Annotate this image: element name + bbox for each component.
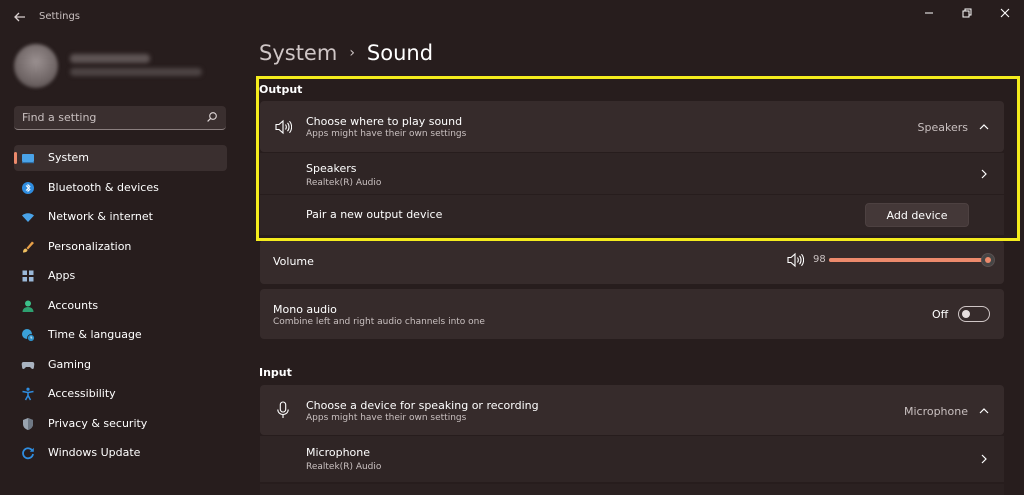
user-name-redacted: [70, 54, 150, 63]
volume-slider[interactable]: [829, 253, 995, 267]
page-title: Sound: [366, 41, 434, 65]
back-arrow-icon: [14, 12, 25, 22]
toggle-knob: [962, 310, 970, 318]
close-icon: [1000, 8, 1010, 18]
add-device-button[interactable]: Add device: [865, 203, 969, 227]
sidebar-item-label: Accessibility: [48, 387, 116, 400]
mono-audio-state: Off: [932, 308, 949, 321]
input-device-name: Microphone: [306, 446, 371, 459]
breadcrumb-separator: ›: [349, 45, 355, 61]
chevron-up-icon[interactable]: [978, 121, 990, 133]
sidebar-item-label: Network & internet: [48, 210, 153, 223]
search-input[interactable]: Find a setting: [22, 111, 96, 124]
sidebar-item-system[interactable]: System: [14, 145, 227, 171]
brush-icon: [21, 240, 35, 254]
sidebar-item-label: Bluetooth & devices: [48, 181, 159, 194]
chevron-right-icon[interactable]: [978, 453, 990, 465]
sidebar-item-accessibility[interactable]: Accessibility: [14, 381, 227, 407]
search-icon[interactable]: [206, 111, 218, 123]
volume-slider-fill: [829, 258, 988, 262]
input-device-driver: Realtek(R) Audio: [306, 462, 382, 472]
accessibility-icon: [21, 387, 35, 401]
back-button[interactable]: [12, 9, 28, 25]
volume-slider-thumb[interactable]: [980, 253, 995, 267]
apps-icon: [21, 269, 35, 283]
speaker-icon: [275, 119, 292, 135]
gamepad-icon: [21, 358, 35, 372]
sidebar: Find a setting System Bluetooth & device…: [0, 32, 238, 495]
title-bar: Settings: [0, 0, 1024, 32]
volume-value: 98: [813, 254, 826, 265]
app-title: Settings: [39, 11, 81, 22]
microphone-icon: [277, 401, 289, 418]
sidebar-item-label: Apps: [48, 269, 76, 282]
system-icon: [21, 151, 35, 165]
volume-icon[interactable]: [786, 252, 804, 268]
main-content: System › Sound Output Choose where to play…: [238, 32, 1024, 495]
update-icon: [21, 446, 35, 460]
shield-icon: [21, 417, 35, 431]
sidebar-item-label: Windows Update: [48, 446, 141, 459]
volume-label: Volume: [273, 255, 314, 268]
globe-clock-icon: [21, 328, 35, 342]
sidebar-item-privacy-security[interactable]: Privacy & security: [14, 411, 227, 437]
input-section-title: Input: [259, 366, 292, 379]
selected-output-value: Speakers: [917, 121, 968, 134]
sidebar-item-network[interactable]: Network & internet: [14, 204, 227, 230]
sidebar-item-label: Privacy & security: [48, 417, 148, 430]
mono-audio-card: Mono audio Combine left and right audio …: [260, 289, 1004, 339]
input-device-microphone[interactable]: Microphone Realtek(R) Audio: [260, 436, 1004, 482]
close-button[interactable]: [990, 3, 1020, 23]
chevron-right-icon[interactable]: [978, 168, 990, 180]
bluetooth-icon: [21, 181, 35, 195]
restore-icon: [962, 8, 972, 18]
breadcrumb: System › Sound: [259, 41, 433, 65]
sidebar-item-time-language[interactable]: Time & language: [14, 322, 227, 348]
output-section-title: Output: [259, 83, 303, 96]
active-indicator: [14, 152, 17, 164]
breadcrumb-root[interactable]: System: [259, 41, 337, 65]
selected-input-value: Microphone: [903, 405, 968, 418]
search-box[interactable]: Find a setting: [14, 106, 226, 130]
user-profile[interactable]: [14, 44, 234, 88]
sidebar-item-windows-update[interactable]: Windows Update: [14, 440, 227, 466]
choose-input-title: Choose a device for speaking or recordin…: [306, 399, 539, 412]
mono-audio-title: Mono audio: [273, 303, 337, 316]
user-email-redacted: [70, 68, 202, 76]
output-device-name: Speakers: [306, 162, 357, 175]
sidebar-item-gaming[interactable]: Gaming: [14, 352, 227, 378]
minimize-icon: [925, 12, 933, 14]
sidebar-item-label: Personalization: [48, 240, 132, 253]
account-icon: [21, 299, 35, 313]
choose-output-title: Choose where to play sound: [306, 115, 463, 128]
output-device-speakers[interactable]: Speakers Realtek(R) Audio: [260, 153, 1004, 194]
sidebar-item-label: Accounts: [48, 299, 99, 312]
volume-card: Volume 98: [260, 240, 1004, 284]
sidebar-item-label: Time & language: [48, 328, 142, 341]
avatar: [14, 44, 58, 88]
pair-output-row: Pair a new output device Add device: [260, 195, 1004, 235]
mono-audio-subtitle: Combine left and right audio channels in…: [273, 317, 485, 327]
restore-button[interactable]: [952, 3, 982, 23]
sidebar-item-apps[interactable]: Apps: [14, 263, 227, 289]
choose-input-subtitle: Apps might have their own settings: [306, 413, 467, 423]
sidebar-item-label: Gaming: [48, 358, 91, 371]
choose-output-subtitle: Apps might have their own settings: [306, 129, 467, 139]
wifi-icon: [21, 210, 35, 224]
choose-output-card[interactable]: Choose where to play sound Apps might ha…: [260, 101, 1004, 152]
sidebar-item-label: System: [48, 151, 90, 164]
chevron-up-icon[interactable]: [978, 405, 990, 417]
mono-audio-toggle[interactable]: [958, 306, 990, 322]
sidebar-item-bluetooth[interactable]: Bluetooth & devices: [14, 175, 227, 201]
sidebar-item-personalization[interactable]: Personalization: [14, 234, 227, 260]
pair-output-label: Pair a new output device: [306, 208, 443, 221]
choose-input-card[interactable]: Choose a device for speaking or recordin…: [260, 385, 1004, 435]
output-device-driver: Realtek(R) Audio: [306, 178, 382, 188]
partial-row: [260, 484, 1004, 495]
sidebar-item-accounts[interactable]: Accounts: [14, 293, 227, 319]
minimize-button[interactable]: [914, 3, 944, 23]
